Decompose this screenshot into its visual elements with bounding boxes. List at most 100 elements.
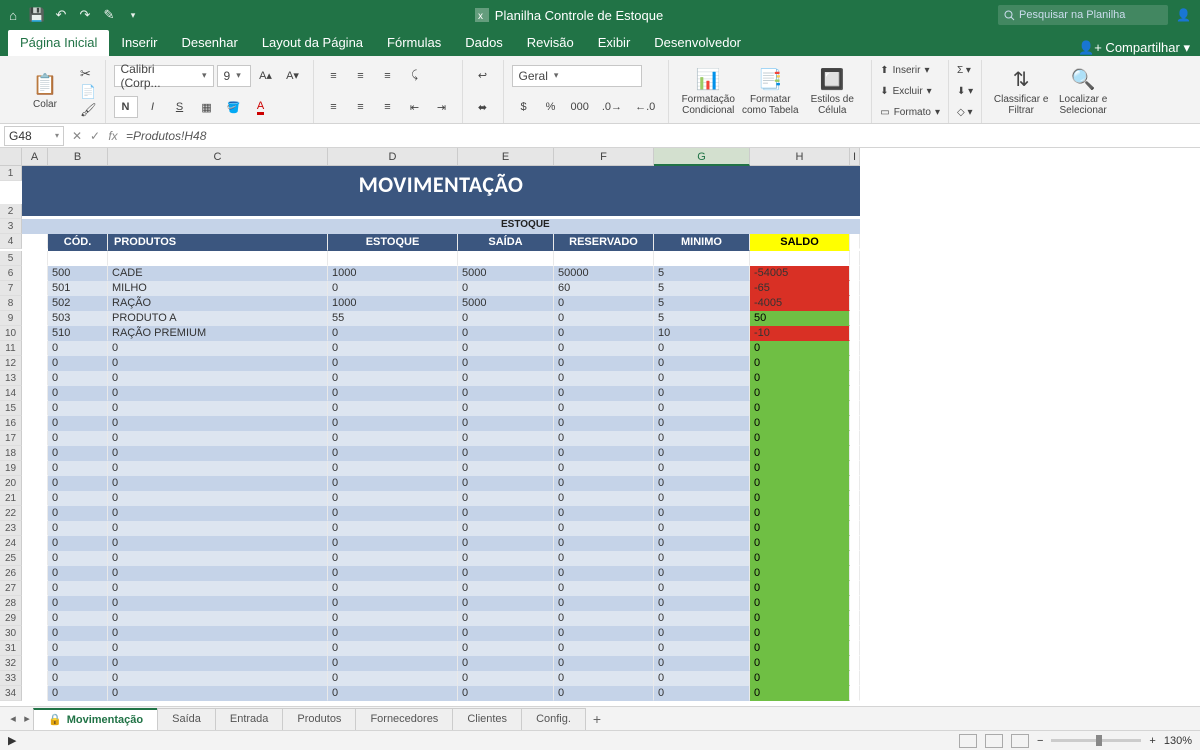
table-cell[interactable]: 0 xyxy=(554,356,654,371)
table-cell[interactable]: 0 xyxy=(108,491,328,506)
saldo-cell[interactable]: -10 xyxy=(750,326,850,341)
table-cell[interactable]: 0 xyxy=(328,401,458,416)
zoom-level[interactable]: 130% xyxy=(1164,735,1192,747)
table-cell[interactable]: 1000 xyxy=(328,266,458,281)
table-cell[interactable]: 0 xyxy=(328,596,458,611)
search-input[interactable]: Pesquisar na Planilha xyxy=(998,5,1168,25)
table-cell[interactable]: 0 xyxy=(554,566,654,581)
table-cell[interactable]: 0 xyxy=(48,686,108,701)
table-cell[interactable]: 0 xyxy=(654,356,750,371)
table-cell[interactable]: 503 xyxy=(48,311,108,326)
table-cell[interactable]: 0 xyxy=(108,596,328,611)
table-cell[interactable]: 0 xyxy=(554,296,654,311)
table-cell[interactable]: 0 xyxy=(328,551,458,566)
insert-cells-button[interactable]: ⬆ Inserir ▾ xyxy=(880,62,940,80)
row-header[interactable]: 5 xyxy=(0,251,22,266)
table-cell[interactable]: 0 xyxy=(458,401,554,416)
print-icon[interactable]: ✎ xyxy=(102,8,116,22)
table-cell[interactable]: 0 xyxy=(328,536,458,551)
table-cell[interactable]: 0 xyxy=(48,416,108,431)
ribbon-tab[interactable]: Dados xyxy=(453,30,515,56)
table-cell[interactable]: 5000 xyxy=(458,296,554,311)
table-cell[interactable]: 0 xyxy=(554,551,654,566)
zoom-slider[interactable] xyxy=(1051,739,1141,742)
table-cell[interactable]: 0 xyxy=(458,416,554,431)
column-header[interactable]: D xyxy=(328,148,458,166)
table-cell[interactable]: 0 xyxy=(458,521,554,536)
table-cell[interactable]: 0 xyxy=(654,386,750,401)
table-cell[interactable]: 0 xyxy=(554,341,654,356)
table-cell[interactable]: 0 xyxy=(328,671,458,686)
table-cell[interactable]: 0 xyxy=(654,341,750,356)
table-cell[interactable]: 0 xyxy=(108,611,328,626)
table-cell[interactable]: 0 xyxy=(554,611,654,626)
saldo-cell[interactable]: 0 xyxy=(750,656,850,671)
table-cell[interactable]: 0 xyxy=(458,626,554,641)
row-header[interactable]: 9 xyxy=(0,311,22,326)
table-cell[interactable]: 500 xyxy=(48,266,108,281)
table-cell[interactable]: RAÇÃO xyxy=(108,296,328,311)
save-icon[interactable]: 💾 xyxy=(30,8,44,22)
column-header[interactable]: G xyxy=(654,148,750,166)
table-cell[interactable]: 0 xyxy=(108,446,328,461)
table-cell[interactable]: 0 xyxy=(554,461,654,476)
table-cell[interactable]: 0 xyxy=(458,371,554,386)
table-cell[interactable]: 0 xyxy=(48,446,108,461)
saldo-cell[interactable]: 0 xyxy=(750,626,850,641)
table-cell[interactable]: 0 xyxy=(458,341,554,356)
table-cell[interactable]: 0 xyxy=(48,611,108,626)
table-cell[interactable]: 0 xyxy=(328,581,458,596)
table-cell[interactable]: 0 xyxy=(458,491,554,506)
qat-more-icon[interactable]: ▾ xyxy=(126,8,140,22)
cut-icon[interactable]: ✂ xyxy=(80,66,97,82)
table-cell[interactable]: 0 xyxy=(328,326,458,341)
table-cell[interactable]: 0 xyxy=(458,281,554,296)
table-cell[interactable]: 0 xyxy=(108,641,328,656)
table-cell[interactable]: 0 xyxy=(654,416,750,431)
row-header[interactable]: 6 xyxy=(0,266,22,281)
table-cell[interactable]: 502 xyxy=(48,296,108,311)
table-cell[interactable]: 0 xyxy=(48,461,108,476)
row-header[interactable]: 10 xyxy=(0,326,22,341)
table-cell[interactable]: 0 xyxy=(108,371,328,386)
table-cell[interactable]: 5 xyxy=(654,281,750,296)
row-header[interactable]: 28 xyxy=(0,596,22,611)
enter-formula-icon[interactable]: ✓ xyxy=(86,129,104,143)
row-header[interactable]: 20 xyxy=(0,476,22,491)
table-cell[interactable]: 0 xyxy=(328,386,458,401)
sheet-tab[interactable]: Saída xyxy=(157,708,216,730)
sort-filter-button[interactable]: ⇅Classificar e Filtrar xyxy=(990,60,1052,123)
ribbon-tab[interactable]: Exibir xyxy=(586,30,643,56)
table-cell[interactable]: 0 xyxy=(48,671,108,686)
ribbon-tab[interactable]: Inserir xyxy=(109,30,169,56)
table-cell[interactable]: 1000 xyxy=(328,296,458,311)
font-color-button[interactable]: A xyxy=(249,96,273,118)
cancel-formula-icon[interactable]: ✕ xyxy=(68,129,86,143)
table-cell[interactable]: 0 xyxy=(48,371,108,386)
align-left-icon[interactable]: ≡ xyxy=(322,96,346,118)
table-cell[interactable]: 10 xyxy=(654,326,750,341)
row-header[interactable]: 26 xyxy=(0,566,22,581)
saldo-cell[interactable]: 0 xyxy=(750,476,850,491)
table-cell[interactable]: 0 xyxy=(654,476,750,491)
table-cell[interactable]: 0 xyxy=(458,566,554,581)
table-cell[interactable]: 0 xyxy=(654,371,750,386)
copy-icon[interactable]: 📄 xyxy=(80,84,97,100)
row-header[interactable]: 21 xyxy=(0,491,22,506)
table-cell[interactable]: 0 xyxy=(48,521,108,536)
table-cell[interactable]: 0 xyxy=(654,611,750,626)
increase-font-icon[interactable]: A▴ xyxy=(254,65,278,87)
table-cell[interactable]: 0 xyxy=(108,461,328,476)
table-cell[interactable]: 0 xyxy=(654,401,750,416)
table-cell[interactable]: 0 xyxy=(458,551,554,566)
table-cell[interactable]: 50000 xyxy=(554,266,654,281)
table-cell[interactable]: 0 xyxy=(554,506,654,521)
share-button[interactable]: 👤+ Compartilhar ▾ xyxy=(1078,40,1190,56)
table-cell[interactable]: 0 xyxy=(48,341,108,356)
table-cell[interactable]: 0 xyxy=(554,446,654,461)
saldo-cell[interactable]: 0 xyxy=(750,506,850,521)
table-cell[interactable]: 0 xyxy=(458,506,554,521)
table-cell[interactable]: 0 xyxy=(108,656,328,671)
table-cell[interactable]: RAÇÃO PREMIUM xyxy=(108,326,328,341)
align-bottom-icon[interactable]: ≡ xyxy=(376,65,400,87)
